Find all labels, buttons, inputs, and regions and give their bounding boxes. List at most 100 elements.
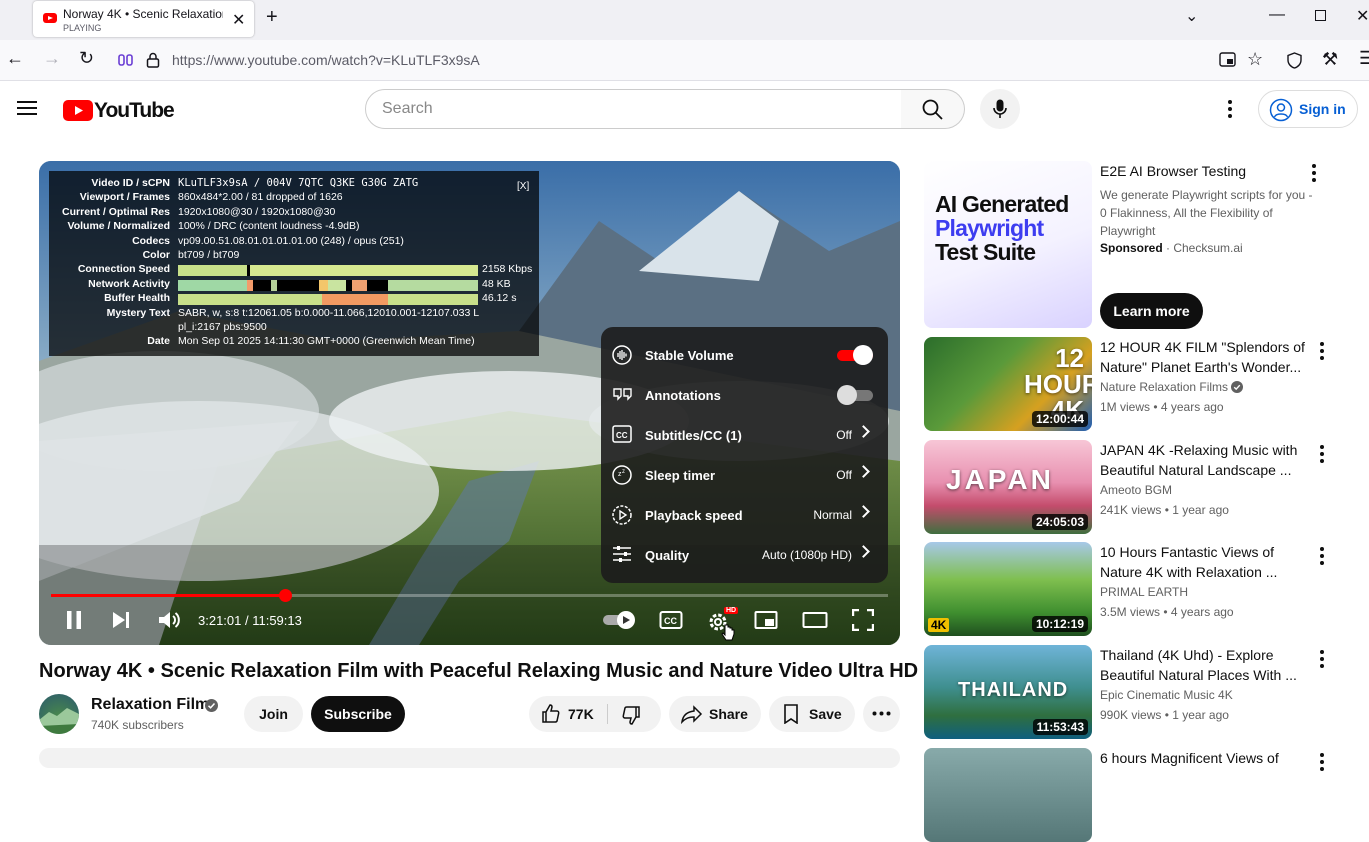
video-thumbnail[interactable]: 4K 10:12:19 xyxy=(924,542,1092,636)
youtube-logo-text: YouTube xyxy=(94,99,175,122)
thumbnail-overlay-text: 4K xyxy=(928,618,950,632)
video-kebab-icon[interactable] xyxy=(1312,752,1332,772)
recommended-video[interactable]: 4K 10:12:19 10 Hours Fantastic Views of Na… xyxy=(924,542,1354,636)
theater-mode-icon[interactable] xyxy=(802,609,828,631)
sleep-timer-value: Off xyxy=(836,468,852,482)
shield-icon[interactable] xyxy=(1287,52,1302,69)
stable-volume-toggle[interactable] xyxy=(837,345,873,365)
settings-item-annotations[interactable]: Annotations xyxy=(601,375,888,415)
stats-row: pl_i:2167 pbs:9500 xyxy=(49,321,539,335)
bookmark-star-icon[interactable]: ☆ xyxy=(1247,49,1263,70)
miniplayer-icon[interactable] xyxy=(754,609,778,631)
stats-graph xyxy=(178,265,478,277)
recommended-video[interactable]: 12 HOURS 4K12:00:4412 HOUR 4K FILM "Sple… xyxy=(924,337,1354,431)
settings-item-subtitles[interactable]: CC Subtitles/CC (1) Off xyxy=(601,415,888,455)
settings-item-quality[interactable]: Quality Auto (1080p HD) xyxy=(601,535,888,575)
browser-tab[interactable]: Norway 4K • Scenic Relaxation Film PLAYI… xyxy=(33,1,254,37)
recommended-video[interactable]: 6 hours Magnificent Views of xyxy=(924,748,1354,842)
video-thumbnail[interactable]: THAILAND 11:53:43 xyxy=(924,645,1092,739)
recommended-video[interactable]: JAPAN 24:05:03 JAPAN 4K -Relaxing Music wi… xyxy=(924,440,1354,534)
settings-kebab-icon[interactable] xyxy=(1220,99,1240,119)
like-dislike-group: 77K xyxy=(529,696,661,732)
pause-icon[interactable] xyxy=(64,609,84,631)
thumbs-up-icon[interactable] xyxy=(541,704,561,724)
tab-list-chevron-icon[interactable]: ⌄ xyxy=(1185,6,1198,26)
channel-avatar[interactable] xyxy=(39,694,79,734)
share-button[interactable]: Share xyxy=(669,696,761,732)
like-count[interactable]: 77K xyxy=(568,696,594,732)
progress-played xyxy=(51,594,285,597)
subscribe-button[interactable]: Subscribe xyxy=(311,696,405,732)
sign-in-button[interactable]: Sign in xyxy=(1258,90,1358,128)
scrubber-handle[interactable] xyxy=(278,589,292,602)
stats-value: Mon Sep 01 2025 14:11:30 GMT+0000 (Green… xyxy=(178,335,475,348)
video-thumbnail[interactable]: JAPAN 24:05:03 xyxy=(924,440,1092,534)
recommended-title[interactable]: 6 hours Magnificent Views of xyxy=(1100,748,1306,768)
video-thumbnail[interactable] xyxy=(924,748,1092,842)
url-field[interactable]: https://www.youtube.com/watch?v=KLuTLF3x… xyxy=(172,52,480,68)
minimize-icon[interactable]: — xyxy=(1269,6,1285,24)
new-tab-icon[interactable]: + xyxy=(266,6,278,29)
close-tab-icon[interactable]: ✕ xyxy=(232,10,245,30)
next-video-icon[interactable] xyxy=(111,609,131,631)
app-menu-icon[interactable]: ☰ xyxy=(1359,48,1369,69)
recommended-title[interactable]: JAPAN 4K -Relaxing Music with Beautiful … xyxy=(1100,440,1306,480)
extensions-icon[interactable]: ⚒ xyxy=(1322,49,1338,70)
navigation-bar: ← → ↻ https://www.youtube.com/watch?v=KL… xyxy=(0,40,1369,81)
settings-item-stable-volume[interactable]: Stable Volume xyxy=(601,335,888,375)
autoplay-toggle-icon[interactable] xyxy=(602,609,638,631)
recommended-video[interactable]: THAILAND 11:53:43 Thailand (4K Uhd) - Expl… xyxy=(924,645,1354,739)
video-thumbnail[interactable]: 12 HOURS 4K12:00:44 xyxy=(924,337,1092,431)
save-button[interactable]: Save xyxy=(769,696,855,732)
learn-more-button[interactable]: Learn more xyxy=(1100,293,1203,329)
duration-badge: 10:12:19 xyxy=(1031,616,1088,632)
thumbs-down-icon[interactable] xyxy=(621,705,641,725)
progress-bar[interactable] xyxy=(51,589,888,602)
permissions-icon[interactable] xyxy=(118,52,134,68)
channel-name[interactable]: Relaxation Film xyxy=(91,696,209,714)
more-actions-button[interactable] xyxy=(863,696,900,732)
recommended-channel[interactable]: Ameoto BGM xyxy=(1100,483,1172,497)
ad-title[interactable]: E2E AI Browser Testing xyxy=(1100,163,1246,179)
back-icon[interactable]: ← xyxy=(6,48,24,69)
video-kebab-icon[interactable] xyxy=(1312,546,1332,566)
search-input[interactable]: Search xyxy=(365,89,902,129)
stats-graph-value: 48 KB xyxy=(482,277,511,290)
lock-icon[interactable] xyxy=(146,52,160,68)
recommended-title[interactable]: Thailand (4K Uhd) - Explore Beautiful Na… xyxy=(1100,645,1306,685)
annotations-toggle[interactable] xyxy=(837,385,873,405)
voice-search-button[interactable] xyxy=(980,89,1020,129)
recommended-title[interactable]: 10 Hours Fantastic Views of Nature 4K wi… xyxy=(1100,542,1306,582)
video-kebab-icon[interactable] xyxy=(1312,649,1332,669)
stats-graph-value: 46.12 s xyxy=(482,292,517,305)
chevron-right-icon xyxy=(857,505,870,518)
join-button[interactable]: Join xyxy=(244,696,303,732)
description-box[interactable] xyxy=(39,748,900,768)
stats-close-button[interactable]: [X] xyxy=(517,181,529,192)
video-kebab-icon[interactable] xyxy=(1312,341,1332,361)
chevron-right-icon xyxy=(857,545,870,558)
recommended-channel[interactable]: Nature Relaxation Films xyxy=(1100,380,1244,394)
subtitles-cc-icon[interactable]: CC xyxy=(659,609,683,631)
svg-text:CC: CC xyxy=(616,431,628,440)
ad-kebab-icon[interactable] xyxy=(1304,163,1324,183)
share-label: Share xyxy=(709,706,748,722)
settings-item-sleep-timer[interactable]: zz Sleep timer Off xyxy=(601,455,888,495)
recommended-channel[interactable]: PRIMAL EARTH xyxy=(1100,585,1188,599)
maximize-icon[interactable] xyxy=(1315,8,1326,26)
recommended-channel[interactable]: Epic Cinematic Music 4K xyxy=(1100,688,1233,702)
reload-icon[interactable]: ↻ xyxy=(79,48,94,69)
forward-icon[interactable]: → xyxy=(43,48,61,69)
close-window-icon[interactable]: ✕ xyxy=(1356,6,1369,26)
recommended-title[interactable]: 12 HOUR 4K FILM "Splendors of Nature" Pl… xyxy=(1100,337,1306,377)
video-kebab-icon[interactable] xyxy=(1312,444,1332,464)
hamburger-menu-icon[interactable] xyxy=(17,100,37,116)
video-player[interactable]: Video ID / sCPN KLuTLF3x9sA / 004V 7QTC Q… xyxy=(39,161,900,645)
settings-item-playback-speed[interactable]: Playback speed Normal xyxy=(601,495,888,535)
thumbnail-overlay-text: THAILAND xyxy=(958,679,1069,701)
picture-in-picture-icon[interactable] xyxy=(1219,52,1236,67)
fullscreen-icon[interactable] xyxy=(852,609,874,631)
ad-thumbnail[interactable]: AI Generated Playwright Test Suite xyxy=(924,161,1092,328)
search-button[interactable] xyxy=(901,89,965,129)
volume-icon[interactable] xyxy=(157,609,181,631)
